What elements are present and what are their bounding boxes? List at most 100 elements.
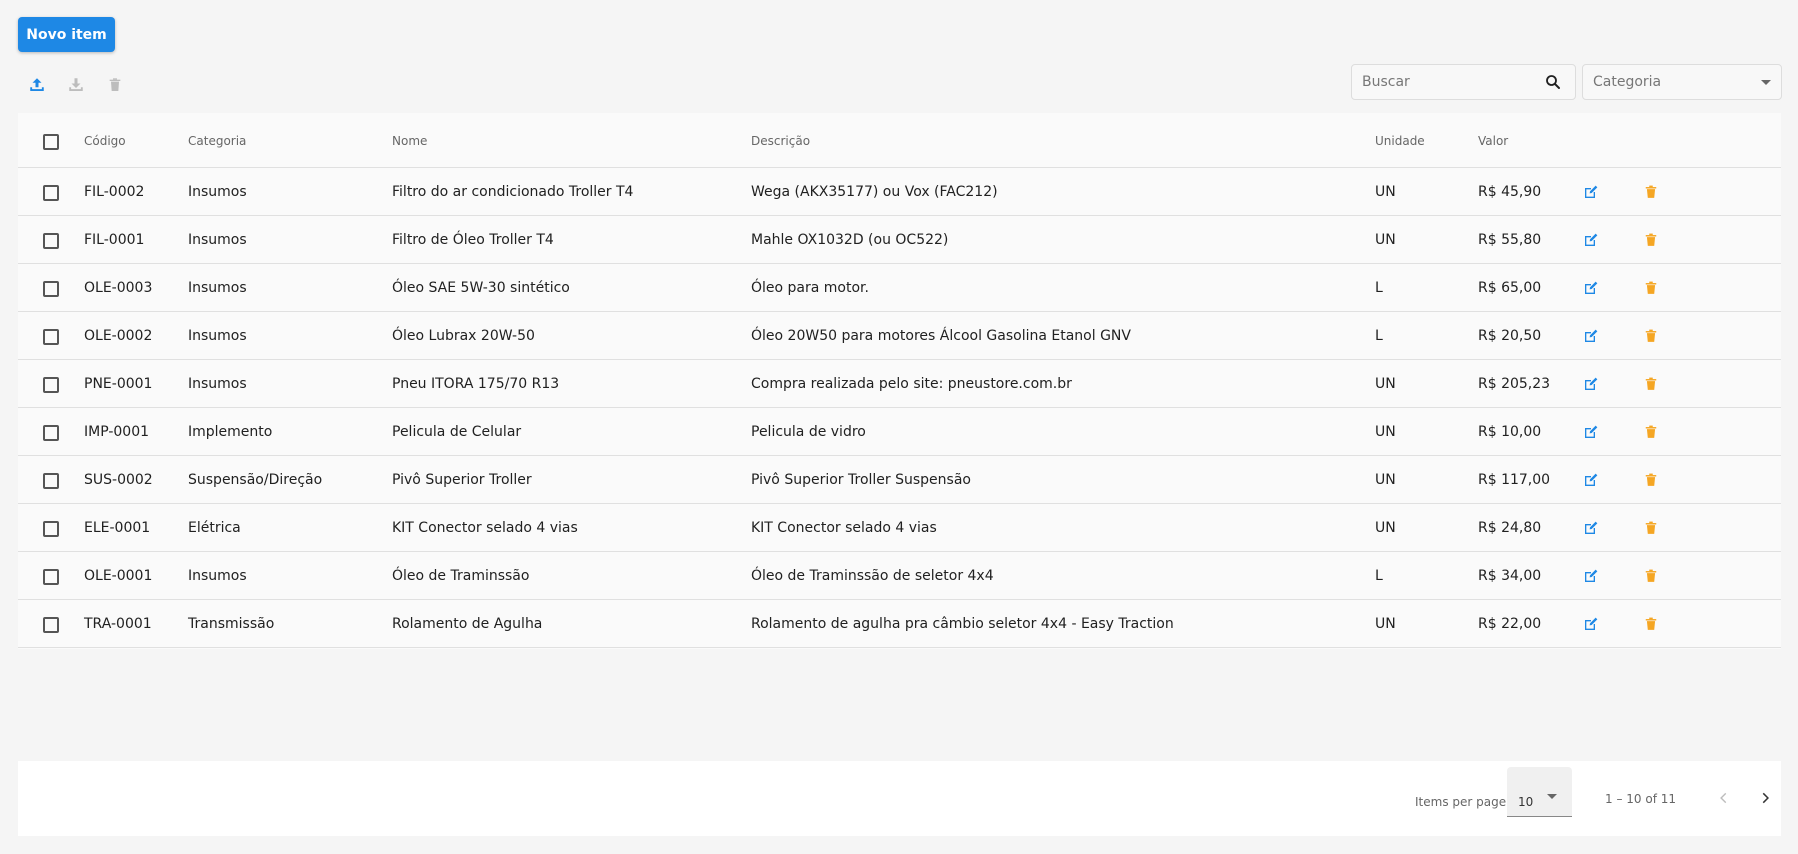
edit-icon[interactable] (1581, 422, 1601, 442)
cell-descricao: Rolamento de agulha pra câmbio seletor 4… (751, 616, 1174, 632)
previous-page-button[interactable] (1711, 785, 1737, 811)
cell-valor: R$ 117,00 (1478, 472, 1551, 488)
trash-icon[interactable] (1641, 326, 1661, 346)
cell-categoria: Suspensão/Direção (188, 472, 323, 488)
edit-icon[interactable] (1581, 566, 1601, 586)
header-nome[interactable]: Nome (392, 134, 427, 148)
cell-codigo: FIL-0001 (84, 232, 145, 248)
header-codigo[interactable]: Código (84, 134, 126, 148)
row-checkbox[interactable] (43, 185, 59, 201)
cell-valor: R$ 65,00 (1478, 280, 1542, 296)
page-range-label: 1 – 10 of 11 (1605, 792, 1676, 806)
chevron-left-icon (1720, 792, 1727, 804)
trash-icon[interactable] (1641, 422, 1661, 442)
table-row[interactable]: IMP-0001 Implemento Pelicula de Celular Pel… (18, 408, 1781, 456)
cell-codigo: OLE-0003 (84, 280, 153, 296)
cell-valor: R$ 55,80 (1478, 232, 1542, 248)
trash-icon[interactable] (1641, 182, 1661, 202)
row-checkbox[interactable] (43, 425, 59, 441)
download-icon[interactable] (65, 74, 87, 96)
cell-unidade: UN (1375, 232, 1396, 248)
cell-categoria: Implemento (188, 424, 273, 440)
table-row[interactable]: FIL-0001 Insumos Filtro de Óleo Troller T4… (18, 216, 1781, 264)
row-checkbox[interactable] (43, 329, 59, 345)
cell-codigo: PNE-0001 (84, 376, 153, 392)
trash-icon[interactable] (1641, 374, 1661, 394)
table-row[interactable]: PNE-0001 Insumos Pneu ITORA 175/70 R13 Comp… (18, 360, 1781, 408)
cell-categoria: Insumos (188, 328, 247, 344)
cell-descricao: Óleo 20W50 para motores Álcool Gasolina … (751, 328, 1131, 344)
delete-icon[interactable] (104, 74, 126, 96)
chevron-down-icon (1761, 79, 1771, 85)
trash-icon[interactable] (1641, 566, 1661, 586)
table-row[interactable]: OLE-0001 Insumos Óleo de Traminssão Óleo de… (18, 552, 1781, 600)
edit-icon[interactable] (1581, 374, 1601, 394)
cell-categoria: Insumos (188, 376, 247, 392)
cell-descricao: Compra realizada pelo site: pneustore.co… (751, 376, 1072, 392)
items-table: Código Categoria Nome Descrição Unidade … (18, 113, 1781, 649)
cell-nome: Rolamento de Agulha (392, 616, 543, 632)
search-input[interactable] (1362, 74, 1541, 90)
cell-categoria: Insumos (188, 184, 247, 200)
row-checkbox[interactable] (43, 521, 59, 537)
cell-nome: Pelicula de Celular (392, 424, 522, 440)
cell-unidade: UN (1375, 424, 1396, 440)
trash-icon[interactable] (1641, 278, 1661, 298)
table-row[interactable]: OLE-0003 Insumos Óleo SAE 5W-30 sintético Ó… (18, 264, 1781, 312)
trash-icon[interactable] (1641, 470, 1661, 490)
cell-codigo: OLE-0001 (84, 568, 153, 584)
search-icon[interactable] (1541, 70, 1565, 94)
items-per-page-value: 10 (1518, 795, 1534, 809)
cell-codigo: OLE-0002 (84, 328, 153, 344)
trash-icon[interactable] (1641, 230, 1661, 250)
row-checkbox[interactable] (43, 233, 59, 249)
edit-icon[interactable] (1581, 518, 1601, 538)
header-unidade[interactable]: Unidade (1375, 134, 1425, 148)
table-row[interactable]: FIL-0002 Insumos Filtro do ar condicionado… (18, 168, 1781, 216)
table-row[interactable]: OLE-0002 Insumos Óleo Lubrax 20W-50 Óleo 20… (18, 312, 1781, 360)
category-select[interactable]: Categoria (1582, 64, 1782, 100)
chevron-down-icon (1547, 794, 1557, 799)
trash-icon[interactable] (1641, 614, 1661, 634)
edit-icon[interactable] (1581, 470, 1601, 490)
edit-icon[interactable] (1581, 182, 1601, 202)
table-row[interactable]: TRA-0001 Transmissão Rolamento de Agulha Ro… (18, 600, 1781, 648)
items-per-page-select[interactable]: 10 (1507, 767, 1572, 817)
row-checkbox[interactable] (43, 473, 59, 489)
header-valor[interactable]: Valor (1478, 134, 1508, 148)
cell-unidade: UN (1375, 376, 1396, 392)
cell-nome: Óleo SAE 5W-30 sintético (392, 280, 570, 296)
trash-icon[interactable] (1641, 518, 1661, 538)
table-row[interactable]: SUS-0002 Suspensão/Direção Pivô Superior T… (18, 456, 1781, 504)
row-checkbox[interactable] (43, 281, 59, 297)
new-item-button[interactable]: Novo item (18, 17, 115, 52)
edit-icon[interactable] (1581, 230, 1601, 250)
cell-descricao: Óleo para motor. (751, 280, 869, 296)
edit-icon[interactable] (1581, 614, 1601, 634)
cell-descricao: Pivô Superior Troller Suspensão (751, 472, 971, 488)
row-checkbox[interactable] (43, 569, 59, 585)
cell-valor: R$ 24,80 (1478, 520, 1542, 536)
cell-nome: Óleo Lubrax 20W-50 (392, 328, 535, 344)
cell-valor: R$ 205,23 (1478, 376, 1551, 392)
header-descricao[interactable]: Descrição (751, 134, 810, 148)
cell-nome: Pivô Superior Troller (392, 472, 532, 488)
edit-icon[interactable] (1581, 326, 1601, 346)
chevron-right-icon (1762, 792, 1769, 804)
paginator: Items per page: 10 1 – 10 of 11 (18, 761, 1781, 836)
header-categoria[interactable]: Categoria (188, 134, 246, 148)
row-checkbox[interactable] (43, 377, 59, 393)
edit-icon[interactable] (1581, 278, 1601, 298)
cell-codigo: TRA-0001 (84, 616, 152, 632)
row-checkbox[interactable] (43, 617, 59, 633)
cell-valor: R$ 34,00 (1478, 568, 1542, 584)
cell-codigo: IMP-0001 (84, 424, 150, 440)
table-row[interactable]: ELE-0001 Elétrica KIT Conector selado 4 vi… (18, 504, 1781, 552)
cell-unidade: L (1375, 568, 1383, 584)
cell-nome: Pneu ITORA 175/70 R13 (392, 376, 560, 392)
select-all-checkbox[interactable] (43, 134, 59, 150)
upload-icon[interactable] (26, 74, 48, 96)
table-header: Código Categoria Nome Descrição Unidade … (18, 113, 1781, 168)
next-page-button[interactable] (1752, 785, 1778, 811)
cell-valor: R$ 22,00 (1478, 616, 1542, 632)
